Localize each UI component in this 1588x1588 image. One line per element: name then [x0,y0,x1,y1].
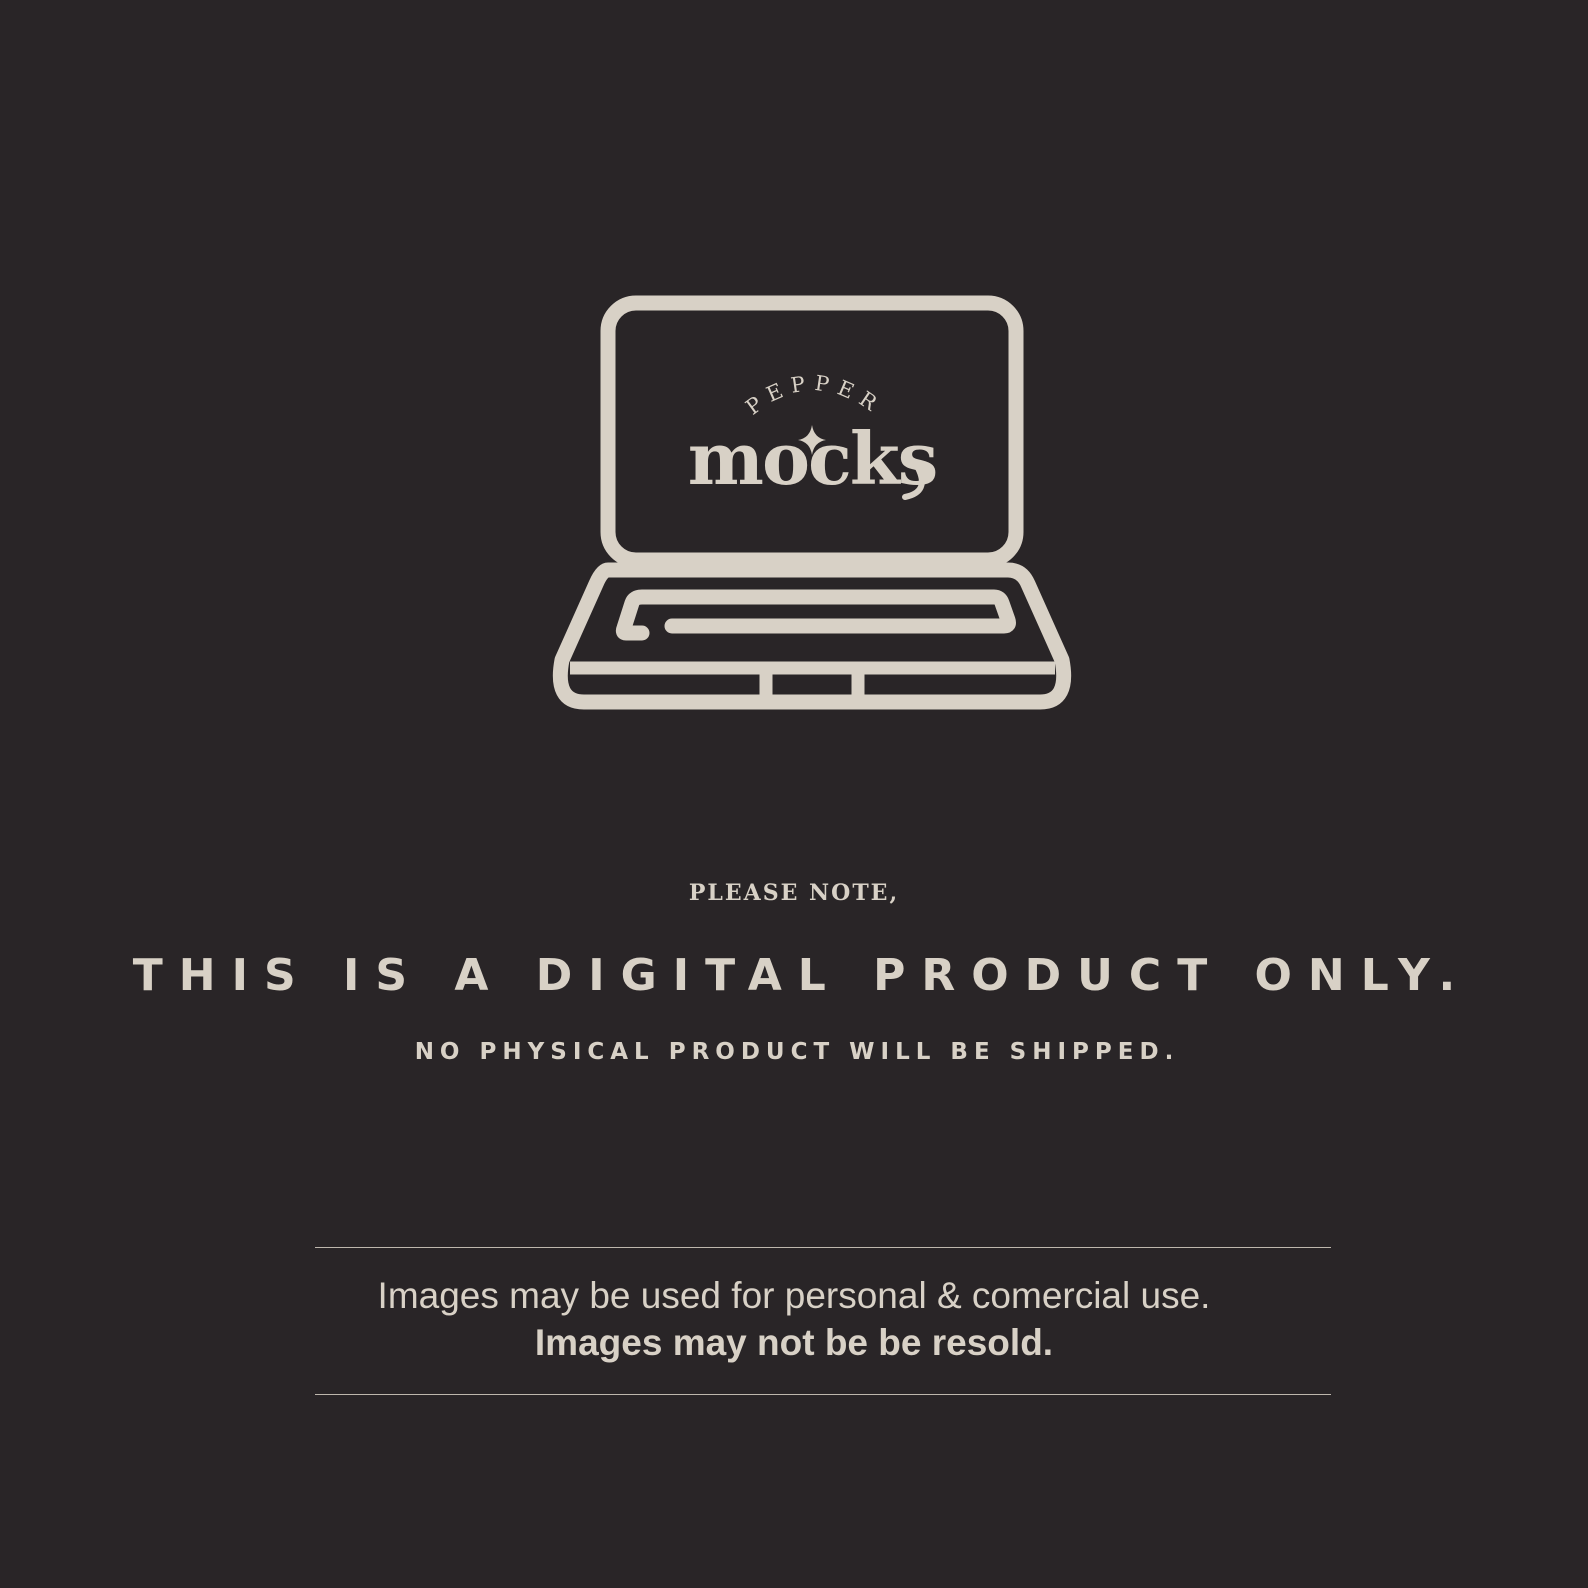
sparkle-icon [798,425,826,455]
note-label: PLEASE NOTE, [688,880,900,906]
usage-line-resale: Images may not be be resold. [534,1322,1054,1363]
usage-line-personal: Images may be used for personal & comerc… [377,1275,1211,1316]
brand-arc-text: PEPPER [741,371,887,420]
brand-logo: PEPPER mocks [688,371,938,501]
headline: THIS IS A DIGITAL PRODUCT ONLY. [132,950,1472,1001]
divider-top [315,1247,1331,1248]
brand-wordmark: mocks [688,416,936,501]
divider-bottom [315,1394,1331,1395]
subline: NO PHYSICAL PRODUCT WILL BE SHIPPED. [414,1039,1180,1065]
